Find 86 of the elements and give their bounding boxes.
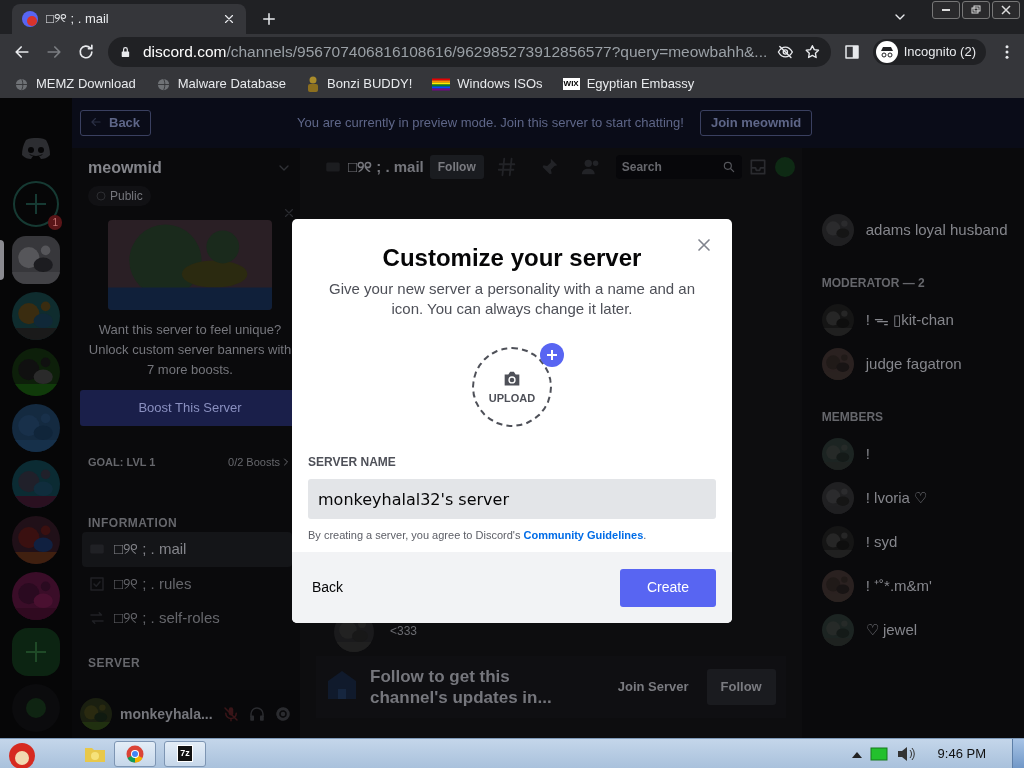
search-field[interactable]: Search — [615, 155, 742, 179]
address-bar[interactable]: discord.com/channels/956707406816108616/962985273912856577?query=meowbahh&... — [108, 37, 831, 67]
checklist-icon — [88, 574, 106, 593]
goal-label: GOAL: LVL 1 — [88, 454, 156, 470]
member-name[interactable]: adams loyal husband — [865, 218, 1008, 242]
field-label: SERVER NAME — [308, 454, 397, 471]
channel-item[interactable]: □୨୧ ; . mail — [82, 532, 292, 567]
bookmark[interactable]: WIX Egyptian Embassy — [562, 74, 695, 94]
sidebar-icon[interactable] — [842, 43, 861, 61]
taskbar-button[interactable] — [114, 740, 156, 767]
battery-icon[interactable] — [869, 746, 888, 761]
new-tab-icon[interactable] — [260, 10, 278, 28]
follow-button[interactable]: Follow — [706, 669, 776, 705]
profile-button[interactable]: Incognito (2) — [872, 39, 986, 65]
restore-button[interactable] — [962, 1, 990, 19]
server-name[interactable]: meowmid — [88, 156, 162, 180]
dialog-title: Customize your server — [382, 243, 642, 273]
server-name-field[interactable]: monkeyhalal32's server — [308, 479, 716, 519]
member-name[interactable]: ! syd — [865, 530, 898, 554]
member-name[interactable]: ! ⁺˚*.m&m' — [865, 574, 932, 598]
selection-indicator — [0, 240, 4, 280]
settings-icon[interactable] — [274, 705, 292, 723]
channel-item[interactable]: □୨୧ ; . rules — [82, 566, 292, 601]
star-icon[interactable] — [804, 43, 821, 61]
member-name[interactable]: ! — [865, 442, 870, 466]
channel-item[interactable]: □୨୧ ; . self-roles — [82, 601, 292, 636]
browser-icon — [126, 744, 144, 763]
favicon-icon — [22, 11, 38, 27]
notification-badge: 1 — [48, 215, 62, 230]
boost-count: 0/2 Boosts — [228, 454, 280, 470]
globe-icon — [14, 76, 29, 92]
threads-icon[interactable] — [495, 156, 518, 178]
show-desktop-button[interactable] — [1012, 738, 1024, 768]
dialog-subtitle: Give your new server a personality with a name and an icon. You can always change it later. — [328, 279, 696, 319]
globe-icon — [96, 191, 106, 201]
back-button[interactable]: Back — [80, 110, 152, 136]
role-header: MODERATOR — 2 — [821, 275, 926, 292]
close-button[interactable] — [992, 1, 1020, 19]
boost-message: Want this server to feel unique? Unlock custom server banners with 7 more boosts. — [88, 321, 292, 379]
search-icon — [721, 160, 736, 174]
close-icon — [999, 4, 1013, 16]
create-server-icon[interactable] — [12, 628, 60, 676]
plus-icon — [540, 343, 564, 367]
message-text: <333 — [390, 623, 418, 640]
back-button[interactable]: Back — [312, 577, 344, 598]
terms-text: By creating a server, you agree to Discord's Community Guidelines. — [308, 528, 648, 543]
restore-icon — [969, 4, 983, 16]
bookmark[interactable]: Bonzi BUDDY! — [306, 74, 413, 94]
reload-icon[interactable] — [76, 42, 96, 62]
eye-slash-icon[interactable] — [777, 43, 794, 61]
username: monkeyhala... — [120, 704, 214, 724]
member-name[interactable]: ! ᯓ ▯kit-chan — [865, 308, 954, 332]
join-server-button[interactable]: Join Server — [611, 676, 695, 698]
create-button[interactable]: Create — [620, 568, 716, 607]
channel-name: □୨୧ ; . mail — [348, 156, 424, 177]
incognito-icon — [875, 41, 898, 63]
member-name[interactable]: judge fagatron — [865, 352, 962, 376]
close-icon[interactable] — [222, 12, 236, 26]
globe-icon — [155, 76, 171, 92]
add-circle-icon[interactable] — [12, 180, 60, 228]
bookmark[interactable]: Windows ISOs — [432, 74, 543, 94]
wix-icon: WIX — [562, 78, 580, 90]
category-header[interactable]: SERVER — [88, 653, 292, 672]
visibility-tag: Public — [88, 186, 151, 206]
follow-message: Follow to get this channel's updates in... — [370, 666, 553, 708]
headphones-icon[interactable] — [248, 705, 266, 723]
url-text: discord.com/channels/956707406816108616/962985273912856577?query=meowbahh&... — [142, 42, 768, 62]
taskbar-button[interactable]: 7z — [164, 740, 206, 767]
rainbow-flag-icon — [432, 77, 451, 91]
microphone-icon[interactable] — [222, 705, 240, 723]
volume-icon[interactable] — [895, 745, 916, 762]
role-header: MEMBERS — [821, 409, 885, 426]
clock[interactable]: 9:46 PM — [937, 743, 986, 764]
member-name[interactable]: ♡ jewel — [865, 618, 918, 642]
preview-notice: You are currently in preview mode. Join this server to start chatting! — [297, 114, 684, 133]
minimize-icon — [942, 9, 950, 11]
figure-icon — [306, 76, 321, 92]
member-name[interactable]: ! lvoria ♡ — [865, 486, 928, 510]
join-button[interactable]: Join meowmid — [699, 110, 813, 136]
browser-tab[interactable]: □୨୧ ; . mail — [12, 4, 246, 34]
bookmark[interactable]: Malware Database — [155, 74, 287, 94]
category-header[interactable]: INFORMATION — [88, 514, 292, 532]
bookmark[interactable]: MEMZ Download — [14, 74, 136, 94]
minimize-button[interactable] — [932, 1, 960, 19]
follow-button[interactable]: Follow — [429, 155, 484, 179]
help-icon[interactable] — [773, 156, 796, 178]
